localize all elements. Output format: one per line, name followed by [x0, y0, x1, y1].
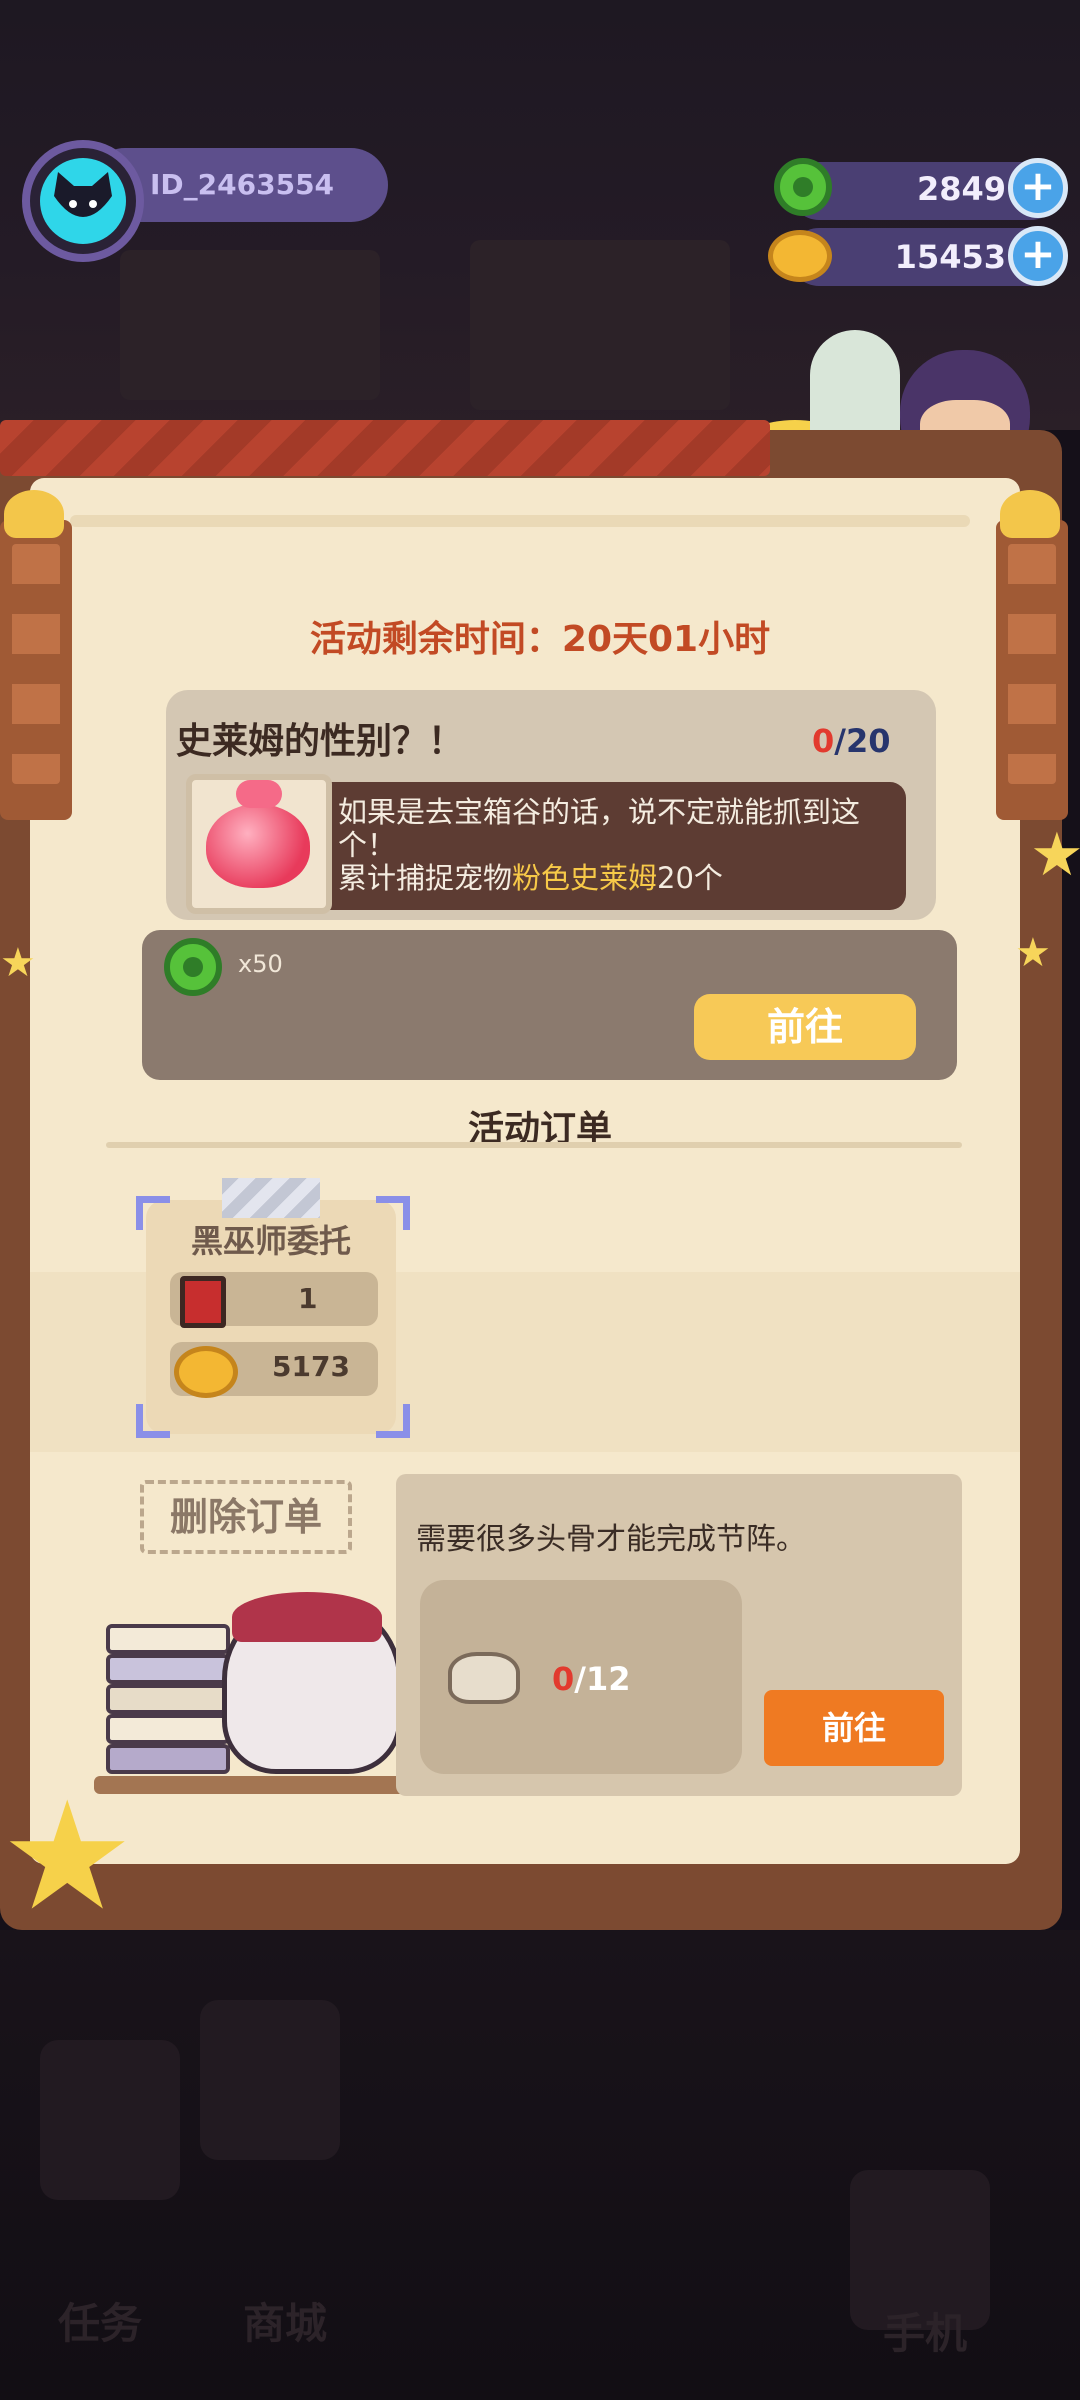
- board-frame-top: [0, 420, 770, 476]
- book-icon: [106, 1654, 230, 1684]
- cat-face-icon: [54, 172, 112, 217]
- planet-coin-icon: [174, 1346, 238, 1398]
- skull-icon: [448, 1652, 520, 1704]
- pink-slime-icon: [206, 804, 310, 888]
- order-tape: [222, 1178, 320, 1218]
- green-donut-icon: [164, 938, 222, 996]
- left-banner: [0, 520, 72, 820]
- star-icon: ★: [0, 940, 36, 986]
- star-wand-icon: ★: [0, 1770, 135, 1944]
- quest-description-line1: 如果是去宝箱谷的话，说不定就能抓到这个！: [338, 795, 861, 862]
- nav-tasks-icon: [40, 2040, 180, 2200]
- book-icon: [106, 1624, 230, 1654]
- quest-title: 史莱姆的性别？！: [176, 721, 465, 762]
- background-shelf: [120, 250, 380, 400]
- dialog-go-button[interactable]: 前往: [764, 1690, 944, 1766]
- nav-phone-label: 手机: [882, 2309, 967, 2358]
- dialog-message: 需要很多头骨才能完成节阵。: [416, 1522, 806, 1557]
- nav-shop-label: 商城: [242, 2299, 327, 2348]
- dialog-progress-total: /12: [574, 1660, 631, 1698]
- quest-desc-prefix: 累计捕捉宠物: [338, 861, 513, 895]
- book-icon: [106, 1714, 230, 1744]
- dialog-progress-current: 0: [552, 1660, 575, 1698]
- quest-go-button[interactable]: 前往: [694, 994, 916, 1060]
- quest-progress-current: 0: [812, 722, 835, 760]
- event-time-remaining: 活动剩余时间：20天01小时: [309, 619, 771, 660]
- left-bell-icon: [4, 490, 64, 538]
- section-divider: [106, 1142, 962, 1148]
- right-bell-icon: [1000, 490, 1060, 538]
- delete-order-button[interactable]: 删除订单: [140, 1480, 352, 1554]
- slime-bow: [236, 780, 282, 808]
- desk: [94, 1776, 414, 1794]
- quest-progress-total: /20: [834, 722, 891, 760]
- order-title: 黑巫师委托: [190, 1222, 351, 1260]
- quest-desc-suffix: 20个: [657, 861, 723, 895]
- currency-donut-amount: 2849: [916, 170, 1006, 208]
- player-id: ID_2463554: [150, 168, 335, 201]
- nav-tasks-label: 任务: [57, 2299, 142, 2348]
- dialog-progress: 0/12: [552, 1660, 630, 1698]
- book-icon: [106, 1684, 230, 1714]
- quest-progress: 0/20: [812, 722, 890, 760]
- red-chest-icon: [180, 1276, 226, 1328]
- order-coin-reward: 5173: [272, 1350, 350, 1383]
- background-shelf: [470, 240, 730, 410]
- order-chest-count: 1: [298, 1282, 318, 1315]
- avatar: [40, 158, 126, 244]
- star-icon: ★: [1015, 930, 1051, 976]
- quest-description: 如果是去宝箱谷的话，说不定就能抓到这个！ 累计捕捉宠物粉色史莱姆20个: [338, 796, 898, 895]
- add-coin-button[interactable]: +: [1008, 226, 1068, 286]
- quest-reward-count: x50: [238, 950, 283, 978]
- add-donut-button[interactable]: +: [1008, 158, 1068, 218]
- order-corner: [136, 1404, 170, 1438]
- nav-shop-icon: [200, 2000, 340, 2160]
- quest-desc-highlight: 粉色史莱姆: [512, 861, 658, 895]
- quest-description-line2: 累计捕捉宠物粉色史莱姆20个: [338, 862, 898, 895]
- order-corner: [376, 1404, 410, 1438]
- wizard-hat: [232, 1592, 382, 1642]
- currency-coin-amount: 15453: [894, 238, 1006, 276]
- right-banner: [996, 520, 1068, 820]
- star-icon: ★: [1030, 820, 1080, 890]
- paper-edge: [70, 515, 970, 527]
